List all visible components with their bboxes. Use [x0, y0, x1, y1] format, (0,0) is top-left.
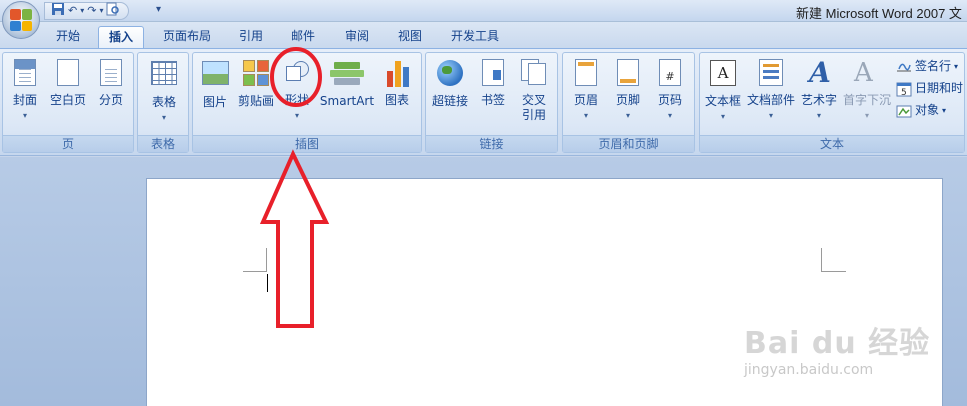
dropdown-arrow-icon: ▾ — [768, 111, 773, 120]
baidu-watermark: Bai du 经验 jingyan.baidu.com — [740, 318, 929, 388]
blank-page-icon — [57, 59, 79, 86]
dropdown-arrow-icon: ▾ — [954, 62, 959, 71]
quick-access-toolbar: ↶ ▾ ↷ ▾ — [44, 2, 130, 21]
page-break-icon — [100, 59, 122, 86]
bookmark-icon — [482, 59, 504, 86]
undo-dropdown-icon[interactable]: ▾ — [80, 3, 84, 19]
header-icon — [575, 59, 597, 86]
tab-mailings[interactable]: 邮件 — [282, 26, 324, 48]
blank-page-button[interactable]: 空白页 — [47, 59, 89, 108]
object-icon — [896, 103, 912, 119]
clip-art-button[interactable]: 剪贴画 — [235, 59, 277, 109]
signature-line-icon — [896, 59, 912, 75]
page-number-icon: # — [659, 59, 681, 86]
dropdown-arrow-icon: ▾ — [720, 112, 725, 121]
bookmark-button[interactable]: 书签 — [476, 59, 510, 108]
dropdown-arrow-icon: ▾ — [816, 111, 821, 120]
smartart-icon — [330, 60, 364, 86]
page-break-button[interactable]: 分页 — [93, 59, 129, 108]
shapes-icon — [284, 59, 312, 87]
tab-page-layout[interactable]: 页面布局 — [154, 26, 220, 48]
crop-mark-top-left — [266, 248, 267, 272]
crop-mark-top-right — [821, 248, 822, 272]
cover-page-icon — [14, 59, 36, 86]
redo-dropdown-icon[interactable]: ▾ — [99, 3, 103, 19]
footer-icon — [617, 59, 639, 86]
quick-parts-button[interactable]: 文档部件 ▾ — [746, 59, 796, 122]
ribbon-tabs: 开始 插入 页面布局 引用 邮件 审阅 视图 开发工具 — [0, 22, 967, 48]
group-links: 超链接 书签 交叉 引用 链接 — [425, 52, 558, 153]
page-number-button[interactable]: # 页码 ▾ — [651, 59, 689, 122]
dropdown-arrow-icon: ▾ — [583, 111, 588, 120]
cross-reference-button[interactable]: 交叉 引用 — [516, 59, 552, 123]
object-button[interactable]: 对象 ▾ — [896, 101, 946, 120]
hyperlink-button[interactable]: 超链接 — [428, 59, 472, 109]
dropdown-arrow-icon: ▾ — [294, 111, 299, 120]
quick-parts-icon — [759, 59, 783, 86]
dropdown-arrow-icon: ▾ — [22, 111, 27, 120]
drop-cap-button[interactable]: A 首字下沉 ▾ — [842, 59, 892, 122]
group-label-pages: 页 — [3, 135, 133, 152]
tab-home[interactable]: 开始 — [48, 26, 88, 48]
dropdown-arrow-icon: ▾ — [864, 111, 869, 120]
title-bar: ↶ ▾ ↷ ▾ ▾ 新建 Microsoft Word 2007 文 — [0, 0, 967, 22]
customize-qat-icon[interactable]: ▾ — [156, 4, 161, 15]
watermark-url: jingyan.baidu.com — [744, 362, 874, 378]
save-icon[interactable] — [51, 2, 65, 21]
group-label-text: 文本 — [700, 135, 964, 152]
date-time-button[interactable]: 5 日期和时 — [896, 79, 963, 98]
drop-cap-icon: A — [854, 58, 873, 88]
picture-button[interactable]: 图片 — [199, 59, 231, 110]
tab-developer[interactable]: 开发工具 — [442, 26, 508, 48]
group-header-footer: 页眉 ▾ 页脚 ▾ # 页码 ▾ 页眉和页脚 — [562, 52, 695, 153]
clip-art-icon — [243, 60, 269, 86]
chart-button[interactable]: 图表 — [379, 59, 415, 108]
dropdown-arrow-icon: ▾ — [161, 113, 166, 122]
tab-view[interactable]: 视图 — [388, 26, 432, 48]
redo-icon[interactable]: ↷ — [87, 3, 96, 19]
dropdown-arrow-icon: ▾ — [667, 111, 672, 120]
text-box-button[interactable]: A 文本框 ▾ — [702, 59, 744, 123]
crop-mark-top-left — [243, 271, 267, 272]
dropdown-arrow-icon: ▾ — [625, 111, 630, 120]
group-label-illustrations: 插图 — [193, 135, 421, 152]
svg-text:5: 5 — [901, 88, 907, 97]
group-text: A 文本框 ▾ 文档部件 ▾ A 艺术字 ▾ A 首字下沉 ▾ 签名行 ▾ 5 … — [699, 52, 965, 153]
hyperlink-globe-icon — [437, 60, 463, 86]
undo-icon[interactable]: ↶ — [68, 3, 77, 19]
wordart-button[interactable]: A 艺术字 ▾ — [798, 59, 840, 122]
print-preview-icon[interactable] — [106, 2, 120, 21]
chart-icon — [384, 59, 412, 87]
table-button[interactable]: 表格 ▾ — [144, 59, 184, 124]
calendar-icon: 5 — [896, 81, 912, 98]
group-pages: 封面 ▾ 空白页 分页 页 — [2, 52, 134, 153]
header-button[interactable]: 页眉 ▾ — [567, 59, 605, 122]
crop-mark-top-right — [822, 271, 846, 272]
text-box-icon: A — [710, 60, 736, 86]
picture-icon — [202, 61, 229, 85]
tab-review[interactable]: 审阅 — [334, 26, 380, 48]
group-label-header-footer: 页眉和页脚 — [563, 135, 694, 152]
window-title: 新建 Microsoft Word 2007 文 — [796, 6, 962, 21]
cover-page-button[interactable]: 封面 ▾ — [7, 59, 43, 122]
group-label-links: 链接 — [426, 135, 557, 152]
cross-reference-icon — [521, 59, 547, 86]
dropdown-arrow-icon: ▾ — [942, 106, 947, 115]
wordart-icon: A — [809, 56, 831, 89]
smartart-button[interactable]: SmartArt — [319, 59, 375, 109]
ribbon: 封面 ▾ 空白页 分页 页 表格 ▾ 表格 图片 剪贴画 形状 ▾ SmartA… — [0, 48, 967, 156]
office-button[interactable] — [2, 1, 40, 39]
group-illustrations: 图片 剪贴画 形状 ▾ SmartArt 图表 插图 — [192, 52, 422, 153]
group-label-tables: 表格 — [138, 135, 188, 152]
footer-button[interactable]: 页脚 ▾ — [609, 59, 647, 122]
tab-insert[interactable]: 插入 — [98, 26, 144, 48]
watermark-brand: Bai du 经验 — [744, 326, 931, 361]
signature-line-button[interactable]: 签名行 ▾ — [896, 57, 958, 76]
table-icon — [151, 61, 177, 85]
tab-references[interactable]: 引用 — [230, 26, 272, 48]
group-tables: 表格 ▾ 表格 — [137, 52, 189, 153]
shapes-button[interactable]: 形状 ▾ — [281, 59, 313, 122]
office-logo-icon — [10, 9, 32, 31]
text-cursor — [267, 274, 268, 292]
